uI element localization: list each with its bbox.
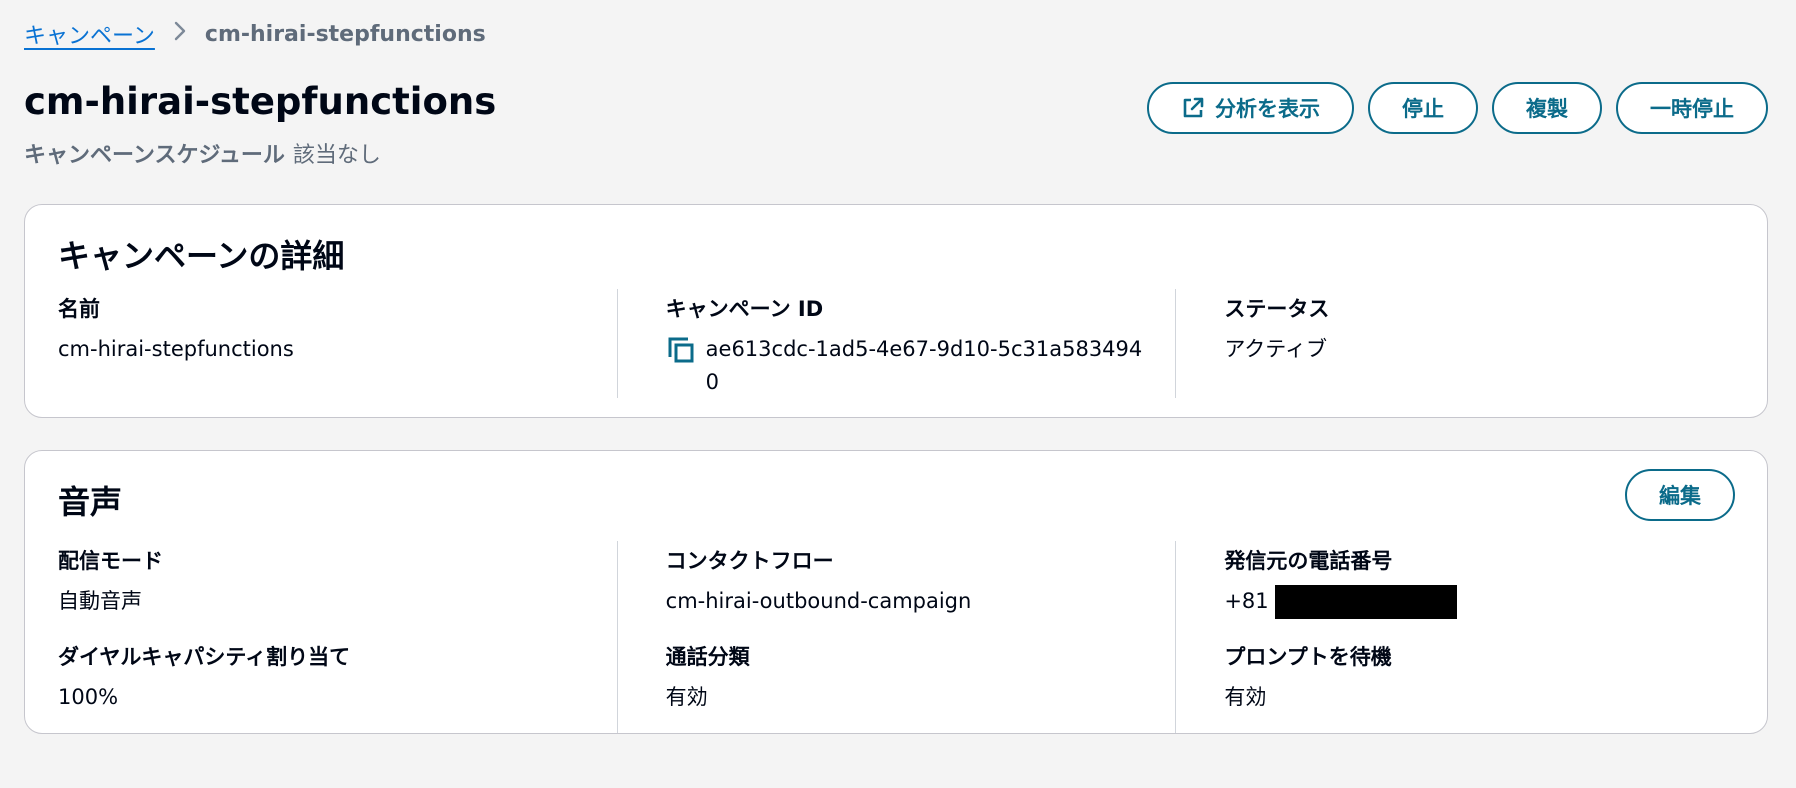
delivery-mode-field: 配信モード 自動音声 [58, 541, 617, 637]
status-value: アクティブ [1224, 337, 1328, 361]
campaign-id-row: ae613cdc-1ad5-4e67-9d10-5c31a5834940 [666, 333, 1156, 398]
call-classification-field: 通話分類 有効 [616, 637, 1176, 733]
call-classification-label: 通話分類 [665, 645, 750, 669]
breadcrumb: キャンペーン cm-hirai-stepfunctions [24, 18, 486, 50]
edit-voice-button[interactable]: 編集 [1625, 469, 1735, 521]
phone-prefix: +81 [1224, 589, 1269, 613]
view-analytics-label: 分析を表示 [1215, 97, 1320, 121]
campaign-schedule: キャンペーンスケジュール 該当なし [24, 137, 496, 169]
source-phone-value: +81 [1224, 585, 1714, 619]
status-label: ステータス [1224, 297, 1330, 321]
contact-flow-label: コンタクトフロー [665, 549, 834, 573]
copy-icon[interactable] [666, 335, 696, 365]
name-value: cm-hirai-stepfunctions [58, 337, 294, 361]
campaign-details-grid: 名前 cm-hirai-stepfunctions キャンペーン ID ae61… [58, 289, 1734, 399]
dial-capacity-value: 100% [58, 685, 119, 709]
status-field: ステータス アクティブ [1175, 289, 1734, 399]
redacted-block [1274, 585, 1457, 619]
voice-title: 音声 [58, 483, 123, 521]
contact-flow-value: cm-hirai-outbound-campaign [665, 589, 972, 613]
campaign-id-field: キャンペーン ID ae613cdc-1ad5-4e67-9d10-5c31a5… [616, 289, 1176, 399]
chevron-right-icon [173, 20, 187, 48]
campaign-id-label: キャンペーン ID [665, 297, 824, 321]
source-phone-label: 発信元の電話番号 [1224, 549, 1393, 573]
breadcrumb-campaigns-link[interactable]: キャンペーン [24, 18, 155, 50]
campaign-details-card: キャンペーンの詳細 名前 cm-hirai-stepfunctions キャンペ… [24, 204, 1768, 418]
await-prompt-field: プロンプトを待機 有効 [1175, 637, 1734, 733]
external-link-icon [1181, 96, 1205, 120]
campaign-id-value: ae613cdc-1ad5-4e67-9d10-5c31a5834940 [705, 337, 1143, 394]
duplicate-button[interactable]: 複製 [1492, 82, 1602, 134]
delivery-mode-value: 自動音声 [58, 589, 142, 613]
campaign-details-title: キャンペーンの詳細 [58, 237, 345, 275]
await-prompt-label: プロンプトを待機 [1224, 645, 1392, 669]
source-phone-field: 発信元の電話番号 +81 [1175, 541, 1734, 637]
page-title: cm-hirai-stepfunctions [24, 80, 497, 123]
contact-flow-field: コンタクトフロー cm-hirai-outbound-campaign [616, 541, 1176, 637]
pause-button[interactable]: 一時停止 [1616, 82, 1768, 134]
voice-card: 音声 編集 配信モード 自動音声 コンタクトフロー cm-hirai-outbo… [24, 450, 1768, 734]
dial-capacity-label: ダイヤルキャパシティ割り当て [58, 645, 351, 669]
stop-button[interactable]: 停止 [1368, 82, 1478, 134]
name-label: 名前 [58, 297, 100, 321]
voice-grid-row-1: 配信モード 自動音声 コンタクトフロー cm-hirai-outbound-ca… [58, 541, 1734, 637]
header-actions: 分析を表示 停止 複製 一時停止 [1147, 82, 1768, 134]
title-block: cm-hirai-stepfunctions キャンペーンスケジュール 該当なし [24, 80, 497, 169]
page-header: cm-hirai-stepfunctions キャンペーンスケジュール 該当なし … [24, 80, 1768, 169]
breadcrumb-current: cm-hirai-stepfunctions [204, 21, 486, 47]
name-field: 名前 cm-hirai-stepfunctions [58, 289, 617, 398]
delivery-mode-label: 配信モード [58, 549, 163, 573]
dial-capacity-field: ダイヤルキャパシティ割り当て 100% [58, 637, 617, 733]
schedule-value: 該当なし [292, 142, 381, 168]
voice-grid-row-2: ダイヤルキャパシティ割り当て 100% 通話分類 有効 プロンプトを待機 有効 [58, 637, 1734, 733]
call-classification-value: 有効 [665, 685, 708, 709]
view-analytics-button[interactable]: 分析を表示 [1147, 82, 1354, 134]
await-prompt-value: 有効 [1224, 685, 1267, 709]
schedule-label: キャンペーンスケジュール [24, 142, 285, 168]
